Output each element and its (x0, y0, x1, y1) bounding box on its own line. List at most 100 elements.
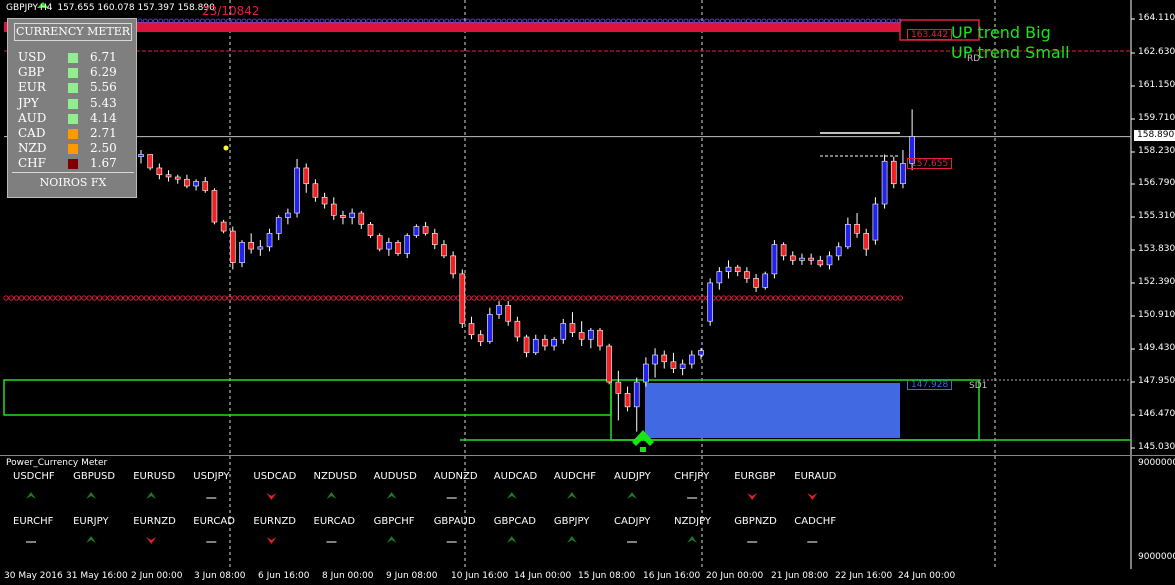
price-axis-label: 155.310 (1138, 211, 1175, 221)
signal-up-icon (506, 492, 517, 499)
strength-value: 4.14 (90, 110, 117, 125)
candle-body (422, 226, 429, 234)
candle-body (496, 305, 502, 315)
candle-body (890, 160, 897, 185)
pivot-dot (117, 295, 124, 301)
power-currency-meter-window[interactable]: Power_Currency Meter 9000000 90000000 US… (0, 455, 1175, 569)
pivot-dot (585, 295, 592, 301)
pivot-dot (694, 295, 701, 301)
pivot-dot (580, 295, 586, 301)
pair-label-cadchf: CADCHF (794, 516, 837, 527)
pair-label-nzdusd: NZDUSD (313, 471, 357, 482)
candle-body (165, 174, 172, 178)
candle-body (845, 224, 851, 248)
pivot-dot (762, 295, 768, 301)
pair-label-usdcad: USDCAD (253, 471, 297, 482)
candle-body (789, 255, 796, 261)
price-axis-label: 159.710 (1138, 113, 1175, 123)
buy-arrow-base (640, 447, 646, 452)
pivot-dot (268, 295, 274, 301)
signal-up-icon (326, 492, 337, 499)
pivot-dot (107, 295, 113, 301)
pair-label-eurnzd: EURNZD (133, 516, 176, 527)
candle-body (321, 196, 328, 205)
pair-label-audnzd: AUDNZD (433, 471, 478, 482)
pivot-dot (221, 295, 228, 301)
pivot-dot (481, 295, 488, 301)
pivot-dot (622, 295, 628, 301)
pivot-dot (29, 295, 35, 301)
strength-value: 5.43 (90, 95, 117, 110)
candle-body (431, 233, 438, 245)
candle-body (863, 233, 870, 250)
pivot-dot (642, 295, 649, 301)
currency-meter-panel: CURRENCY METER USD 6.71 GBP 6.29 EUR 5.56 JPY 5… (7, 18, 137, 198)
currency-row-jpy: JPY 5.43 (18, 96, 128, 111)
candle-body (294, 167, 300, 214)
ohlc-values: 157.655 160.078 157.397 158.890 (57, 3, 215, 13)
pivot-dot (835, 295, 841, 301)
candle-body (643, 363, 649, 383)
price-chart-window[interactable]: GBPJPY H4 157.655 160.078 157.397 158.890… (0, 0, 1175, 455)
currency-row-nzd: NZD 2.50 (18, 141, 128, 156)
pivot-dot (315, 295, 321, 301)
signal-up-icon (506, 536, 517, 543)
sub-y-label-bottom: 90000000 (1138, 552, 1175, 562)
pivot-dot (611, 295, 618, 301)
time-axis-label: 24 Jun 00:00 (898, 571, 956, 581)
signal-down-icon (747, 493, 758, 500)
currency-row-gbp: GBP 6.29 (18, 65, 128, 80)
pivot-dot (684, 295, 690, 301)
pivot-dot (195, 295, 202, 301)
pivot-dot (887, 295, 893, 301)
currency-code: CAD (18, 126, 46, 140)
pivot-dot (310, 295, 316, 301)
strength-value: 5.56 (90, 80, 117, 95)
pivot-dot (648, 295, 654, 301)
candle-body (542, 338, 548, 347)
pivot-dot (824, 295, 831, 301)
pair-label-gbpcad: GBPCAD (493, 516, 536, 527)
pivot-dot (840, 295, 846, 301)
currency-row-eur: EUR 5.56 (18, 80, 128, 95)
pivot-dot (247, 295, 254, 301)
pivot-dot (606, 295, 612, 301)
pivot-dot (133, 295, 139, 301)
time-axis-label: 6 Jun 16:00 (258, 571, 310, 581)
time-axis-label: 14 Jun 00:00 (514, 571, 572, 581)
pivot-dot (138, 295, 144, 301)
pivot-dot (346, 295, 352, 301)
pivot-dot (897, 295, 904, 301)
pivot-dot (445, 295, 451, 301)
strength-swatch (68, 68, 78, 79)
candle-body (597, 329, 603, 347)
support-zone-fill (645, 383, 900, 438)
pivot-dot (601, 295, 607, 301)
currency-meter-divider (12, 172, 134, 173)
pivot-dot (549, 295, 555, 301)
pivot-dot (102, 295, 108, 301)
pivot-dot (746, 295, 753, 301)
pivot-dot (731, 295, 737, 301)
signal-up-icon (86, 536, 97, 543)
sub-window-title: Power_Currency Meter (6, 458, 108, 468)
pivot-dot (299, 295, 306, 301)
rd-label: RD (967, 54, 981, 64)
pivot-dot (720, 295, 727, 301)
pivot-dot (377, 295, 384, 301)
pivot-dot (783, 295, 789, 301)
time-axis-label: 16 Jun 16:00 (643, 571, 701, 581)
candle-body (367, 224, 374, 236)
pivot-dot (882, 295, 888, 301)
pivot-dot (273, 295, 280, 301)
strength-value: 1.67 (90, 156, 117, 171)
candle-body (826, 255, 833, 266)
time-axis-label: 3 Jun 08:00 (194, 571, 246, 581)
pivot-dot (143, 295, 150, 301)
pair-label-audchf: AUDCHF (553, 471, 597, 482)
pair-label-usdchf: USDCHF (13, 471, 55, 482)
pivot-dot (850, 295, 857, 301)
candle-body (881, 160, 888, 205)
price-chart-canvas[interactable] (0, 0, 1175, 455)
pivot-dot (18, 295, 25, 301)
